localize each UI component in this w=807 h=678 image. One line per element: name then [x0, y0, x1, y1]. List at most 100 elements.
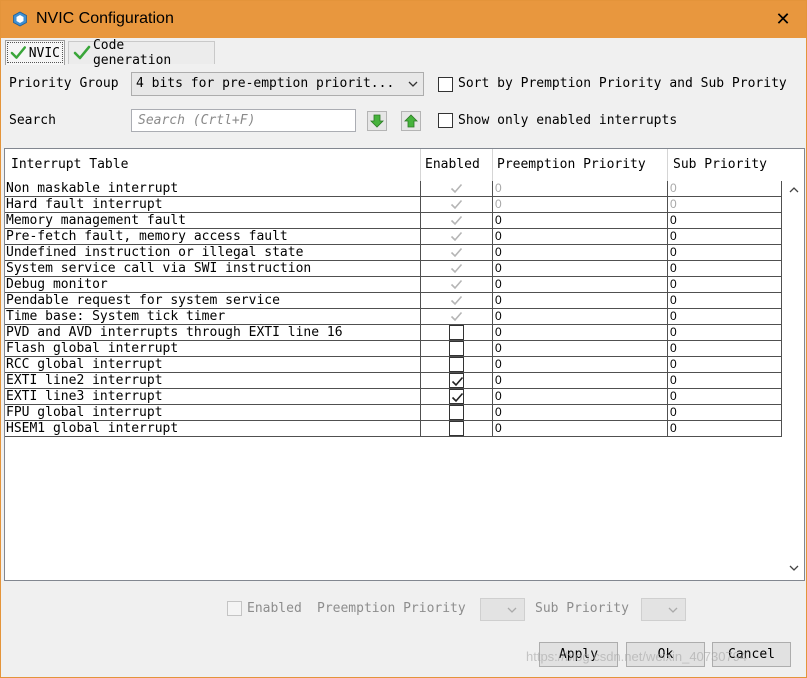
sort-priority-checkbox[interactable] — [438, 77, 453, 92]
search-previous-button[interactable] — [401, 111, 421, 131]
chevron-down-icon — [668, 607, 678, 613]
table-row[interactable]: HSEM1 global interrupt 0 0 — [5, 421, 782, 437]
table-row[interactable]: EXTI line3 interrupt 0 0 — [5, 389, 782, 405]
preemption-priority-cell[interactable]: 0 — [492, 277, 667, 293]
interrupt-name: Hard fault interrupt — [6, 197, 163, 212]
sub-priority-cell[interactable]: 0 — [667, 181, 782, 197]
enabled-checkbox[interactable] — [449, 389, 464, 404]
interrupt-name: RCC global interrupt — [6, 357, 163, 372]
preemption-priority-cell[interactable]: 0 — [492, 373, 667, 389]
priority-group-select[interactable]: 4 bits for pre-emption priorit... — [131, 72, 424, 96]
interrupt-name: Memory management fault — [6, 213, 187, 228]
enabled-cell — [420, 277, 492, 293]
preemption-priority-cell[interactable]: 0 — [492, 181, 667, 197]
column-divider — [667, 149, 668, 181]
green-check-icon — [73, 45, 91, 60]
preemption-priority-cell[interactable]: 0 — [492, 341, 667, 357]
sub-priority-cell[interactable]: 0 — [667, 213, 782, 229]
checkmark-icon — [450, 215, 463, 226]
enabled-cell — [420, 389, 492, 405]
table-row[interactable]: Pendable request for system service 0 0 — [5, 293, 782, 309]
interrupt-name: HSEM1 global interrupt — [6, 421, 179, 436]
preemption-priority-cell[interactable]: 0 — [492, 229, 667, 245]
sub-priority-cell[interactable]: 0 — [667, 389, 782, 405]
sub-priority-cell[interactable]: 0 — [667, 309, 782, 325]
table-row[interactable]: Time base: System tick timer 0 0 — [5, 309, 782, 325]
sub-priority-cell[interactable]: 0 — [667, 293, 782, 309]
checkmark-icon — [450, 311, 463, 322]
column-header-preemption[interactable]: Preemption Priority — [497, 157, 646, 172]
chevron-down-icon — [507, 607, 517, 613]
enabled-checkbox-locked — [449, 309, 464, 324]
sub-priority-cell[interactable]: 0 — [667, 341, 782, 357]
preemption-priority-cell[interactable]: 0 — [492, 389, 667, 405]
preemption-priority-cell[interactable]: 0 — [492, 405, 667, 421]
preemption-priority-cell[interactable]: 0 — [492, 213, 667, 229]
preemption-priority-cell[interactable]: 0 — [492, 309, 667, 325]
table-row[interactable]: RCC global interrupt 0 0 — [5, 357, 782, 373]
table-row[interactable]: PVD and AVD interrupts through EXTI line… — [5, 325, 782, 341]
sub-priority-cell[interactable]: 0 — [667, 277, 782, 293]
window-title: NVIC Configuration — [36, 10, 174, 27]
enabled-checkbox[interactable] — [449, 325, 464, 340]
column-header-enabled[interactable]: Enabled — [425, 157, 480, 172]
preemption-priority-cell[interactable]: 0 — [492, 261, 667, 277]
enabled-checkbox[interactable] — [449, 421, 464, 436]
table-row[interactable]: Hard fault interrupt 0 0 — [5, 197, 782, 213]
close-button[interactable]: ✕ — [760, 1, 806, 38]
search-input[interactable]: Search (Crtl+F) — [131, 109, 356, 132]
sub-priority-select — [641, 598, 686, 621]
table-row[interactable]: EXTI line2 interrupt 0 0 — [5, 373, 782, 389]
checkmark-icon — [450, 231, 463, 242]
enabled-checkbox[interactable] — [449, 373, 464, 388]
enabled-checkbox[interactable] — [449, 357, 464, 372]
table-row[interactable]: Pre-fetch fault, memory access fault 0 0 — [5, 229, 782, 245]
enabled-checkbox-disabled — [227, 601, 242, 616]
sub-priority-cell[interactable]: 0 — [667, 229, 782, 245]
enabled-cell — [420, 213, 492, 229]
preemption-priority-cell[interactable]: 0 — [492, 245, 667, 261]
column-header-sub-priority[interactable]: Sub Priority — [673, 157, 767, 172]
enabled-checkbox[interactable] — [449, 405, 464, 420]
sub-priority-cell[interactable]: 0 — [667, 357, 782, 373]
tab-code-generation[interactable]: Code generation — [68, 38, 215, 68]
sub-priority-cell[interactable]: 0 — [667, 197, 782, 213]
sub-priority-cell[interactable]: 0 — [667, 325, 782, 341]
preemption-priority-cell[interactable]: 0 — [492, 197, 667, 213]
sub-priority-cell[interactable]: 0 — [667, 421, 782, 437]
table-row[interactable]: Debug monitor 0 0 — [5, 277, 782, 293]
table-row[interactable]: Non maskable interrupt 0 0 — [5, 181, 782, 197]
sub-priority-cell[interactable]: 0 — [667, 245, 782, 261]
sub-priority-cell[interactable]: 0 — [667, 261, 782, 277]
enabled-label: Enabled — [247, 601, 302, 616]
tab-nvic[interactable]: NVIC — [5, 40, 65, 65]
table-row[interactable]: Undefined instruction or illegal state 0 0 — [5, 245, 782, 261]
arrow-down-green-icon — [370, 114, 384, 128]
enabled-cell — [420, 357, 492, 373]
search-next-button[interactable] — [367, 111, 387, 131]
scroll-down-icon[interactable] — [788, 563, 800, 573]
sub-priority-cell[interactable]: 0 — [667, 405, 782, 421]
preemption-priority-cell[interactable]: 0 — [492, 357, 667, 373]
show-enabled-checkbox[interactable] — [438, 113, 453, 128]
preemption-priority-cell[interactable]: 0 — [492, 421, 667, 437]
interrupt-name: FPU global interrupt — [6, 405, 163, 420]
stm32cube-logo-icon — [13, 11, 27, 27]
enabled-checkbox[interactable] — [449, 341, 464, 356]
table-row[interactable]: Memory management fault 0 0 — [5, 213, 782, 229]
sub-priority-cell[interactable]: 0 — [667, 373, 782, 389]
preemption-priority-cell[interactable]: 0 — [492, 325, 667, 341]
table-row[interactable]: System service call via SWI instruction 0… — [5, 261, 782, 277]
arrow-up-green-icon — [404, 114, 418, 128]
enabled-cell — [420, 373, 492, 389]
enabled-checkbox-locked — [449, 277, 464, 292]
table-row[interactable]: Flash global interrupt 0 0 — [5, 341, 782, 357]
preemption-priority-cell[interactable]: 0 — [492, 293, 667, 309]
scroll-up-icon[interactable] — [788, 185, 800, 195]
enabled-checkbox-locked — [449, 197, 464, 212]
table-row[interactable]: FPU global interrupt 0 0 — [5, 405, 782, 421]
column-header-interrupt[interactable]: Interrupt Table — [11, 157, 128, 172]
interrupt-name: EXTI line3 interrupt — [6, 389, 163, 404]
enabled-cell — [420, 197, 492, 213]
checkmark-icon — [450, 263, 463, 274]
